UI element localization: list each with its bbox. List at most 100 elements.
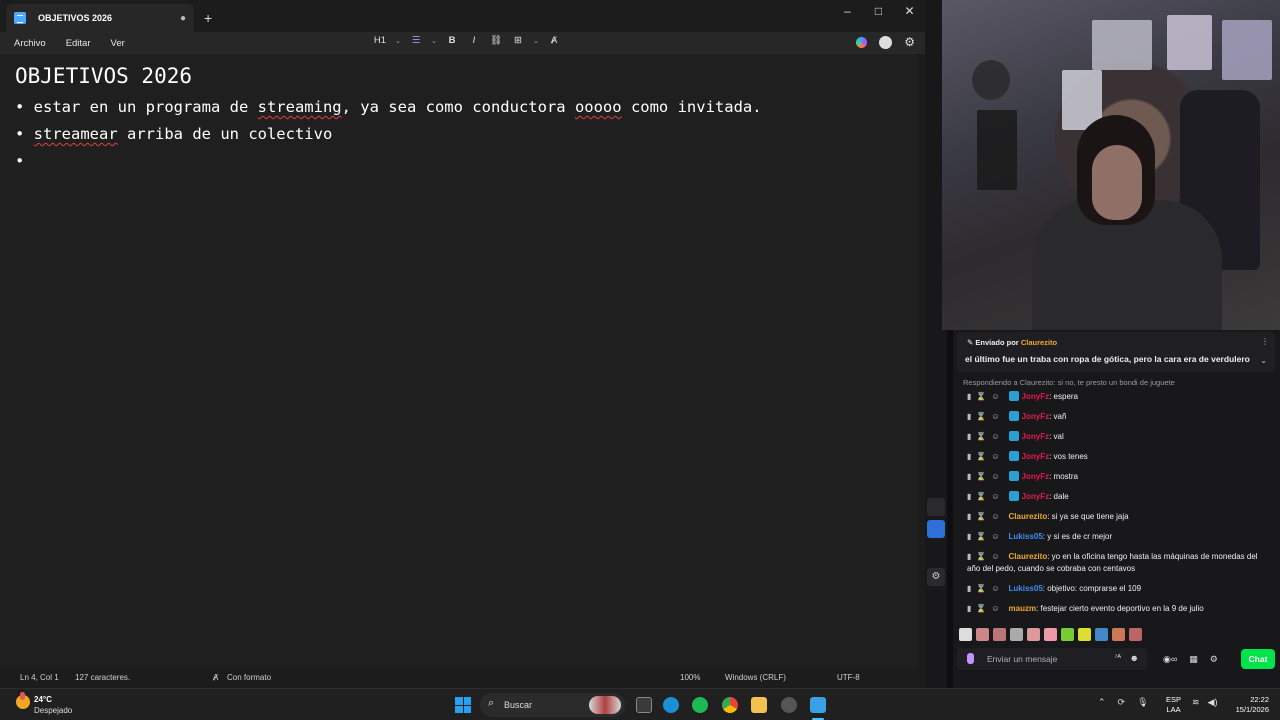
copilot-icon[interactable] xyxy=(856,36,868,48)
chat-message[interactable]: ▮⌛☺ JonyFz: espera xyxy=(953,387,1280,407)
tab-objetivos[interactable]: OBJETIVOS 2026 ● xyxy=(6,4,194,32)
chat-username[interactable]: JonyFz xyxy=(1022,392,1050,401)
spotify-icon[interactable] xyxy=(692,697,708,713)
close-tab-icon[interactable]: ● xyxy=(180,13,186,24)
points-icon[interactable]: ◉∞ xyxy=(1163,654,1177,665)
clear-format-icon[interactable]: Ⱥ xyxy=(546,35,562,46)
chrome-icon[interactable] xyxy=(722,697,738,713)
mic-tray-icon[interactable]: 🎙 xyxy=(1137,697,1148,708)
file-explorer-icon[interactable] xyxy=(751,697,767,713)
chat-message[interactable]: ▮⌛☺ mauzm: festejar cierto evento deporti… xyxy=(953,599,1280,619)
search-box[interactable]: ⌕ Buscar xyxy=(480,693,625,717)
heading-button[interactable]: H1 xyxy=(372,35,388,46)
chat-messages: ▮⌛☺ JonyFz: espera ▮⌛☺ JonyFz: vañ ▮⌛☺ JonyFz… xyxy=(953,387,1280,619)
emote[interactable] xyxy=(1061,628,1074,641)
temperature[interactable]: 24°C xyxy=(34,695,52,704)
italic-button[interactable]: I xyxy=(466,35,482,46)
badge-icons: ▮⌛☺ xyxy=(967,392,1005,401)
link-icon[interactable]: ⛓ xyxy=(488,35,504,46)
emoji-icon[interactable]: ☻ xyxy=(1130,653,1139,663)
gear-icon[interactable]: ⚙ xyxy=(904,35,915,49)
chat-message[interactable]: ▮⌛☺ Lukiss05: objetivo: comprarse el 109 xyxy=(953,579,1280,599)
time: 22:22 xyxy=(1250,695,1269,704)
obs-icon[interactable] xyxy=(781,697,797,713)
chat-username[interactable]: Lukiss05 xyxy=(1009,532,1043,541)
account-icon[interactable] xyxy=(879,35,893,49)
emote[interactable] xyxy=(1078,628,1091,641)
chat-message[interactable]: ▮⌛☺ Claurezito: yo en la oficina tengo ha… xyxy=(953,547,1280,579)
sync-icon[interactable]: ⟳ xyxy=(1118,697,1126,708)
emote[interactable] xyxy=(993,628,1006,641)
chat-message[interactable]: ▮⌛☺ JonyFz: dale xyxy=(953,487,1280,507)
chat-message[interactable]: ▮⌛☺ Lukiss05: y si es de cr mejor xyxy=(953,527,1280,547)
emote[interactable] xyxy=(1129,628,1142,641)
emote[interactable] xyxy=(1010,628,1023,641)
translate-icon[interactable]: ⁷ᴬ xyxy=(1114,653,1121,662)
close-icon[interactable]: ✕ xyxy=(894,2,925,20)
chat-message[interactable]: ▮⌛☺ Claurezito: si ya se que tiene jaja xyxy=(953,507,1280,527)
chat-username[interactable]: Claurezito xyxy=(1009,512,1048,521)
edge-icon[interactable] xyxy=(663,697,679,713)
emote[interactable] xyxy=(959,628,972,641)
search-label: Buscar xyxy=(504,700,533,710)
chat-username[interactable]: JonyFz xyxy=(1022,472,1050,481)
new-tab-button[interactable]: + xyxy=(204,10,212,26)
minimize-icon[interactable]: – xyxy=(832,2,863,20)
lang-bottom: LAA xyxy=(1166,705,1181,714)
task-view-icon[interactable] xyxy=(636,697,652,713)
emote[interactable] xyxy=(1095,628,1108,641)
settings-icon[interactable]: ⚙ xyxy=(927,568,945,586)
reply-context[interactable]: Respondiendo a Claurezito: si no, te pre… xyxy=(963,378,1175,387)
menu-archivo[interactable]: Archivo xyxy=(14,38,46,49)
gear-icon[interactable]: ⚙ xyxy=(1210,654,1218,665)
chat-send-button[interactable]: Chat xyxy=(1241,649,1275,669)
popout-icon[interactable] xyxy=(927,498,945,516)
pinned-author[interactable]: Claurezito xyxy=(1021,338,1057,347)
chat-message[interactable]: ▮⌛☺ JonyFz: vos tenes xyxy=(953,447,1280,467)
list-icon[interactable]: ☰ xyxy=(408,35,424,46)
emote[interactable] xyxy=(1044,628,1057,641)
chat-message[interactable]: ▮⌛☺ JonyFz: val xyxy=(953,427,1280,447)
chat-username[interactable]: JonyFz xyxy=(1022,492,1050,501)
format-icon[interactable]: Ⱥ xyxy=(213,673,218,682)
wifi-icon[interactable]: ≋ xyxy=(1192,697,1200,708)
clock[interactable]: 22:22 15/1/2026 xyxy=(1227,695,1269,715)
microphone-icon[interactable] xyxy=(967,653,974,664)
language-indicator[interactable]: ESP LAA xyxy=(1166,695,1181,715)
chevron-up-icon[interactable]: ⌃ xyxy=(1098,697,1106,708)
chevron-down-icon[interactable]: ⌄ xyxy=(430,37,438,45)
emote[interactable] xyxy=(1027,628,1040,641)
menu-ver[interactable]: Ver xyxy=(111,38,125,49)
editor-area[interactable]: OBJETIVOS 2026 • estar en un programa de… xyxy=(0,54,925,666)
strip-active-button[interactable] xyxy=(927,520,945,538)
chat-username[interactable]: Claurezito xyxy=(1009,552,1048,561)
notepad-taskbar-icon[interactable] xyxy=(810,697,826,713)
chat-input[interactable]: Enviar un mensaje ⁷ᴬ ☻ xyxy=(957,648,1147,670)
start-button[interactable] xyxy=(455,697,471,713)
chevron-down-icon[interactable]: ⌄ xyxy=(532,37,540,45)
search-highlight-icon xyxy=(589,696,621,714)
scrollbar[interactable] xyxy=(917,54,925,666)
chat-username[interactable]: mauzm xyxy=(1009,604,1037,613)
chat-username[interactable]: Lukiss05 xyxy=(1009,584,1043,593)
volume-icon[interactable]: ◀) xyxy=(1208,697,1218,708)
weather-description[interactable]: Despejado xyxy=(34,706,72,715)
pinned-message[interactable]: ✎ Enviado por Claurezito ⋮ el último fue… xyxy=(957,332,1275,372)
maximize-icon[interactable]: □ xyxy=(863,2,894,20)
weather-icon[interactable] xyxy=(16,692,30,709)
gift-icon[interactable]: ▦ xyxy=(1189,654,1198,665)
emote[interactable] xyxy=(1112,628,1125,641)
chat-message[interactable]: ▮⌛☺ JonyFz: vañ xyxy=(953,407,1280,427)
table-icon[interactable]: ⊞ xyxy=(510,35,526,46)
format-mode[interactable]: Con formato xyxy=(227,673,271,682)
emote[interactable] xyxy=(976,628,989,641)
chevron-down-icon[interactable]: ⌄ xyxy=(394,37,402,45)
pin-options-icon[interactable]: ⋮ xyxy=(1261,337,1269,346)
chat-username[interactable]: JonyFz xyxy=(1022,452,1050,461)
chevron-down-icon[interactable]: ⌄ xyxy=(1260,356,1267,365)
chat-username[interactable]: JonyFz xyxy=(1022,432,1050,441)
chat-message[interactable]: ▮⌛☺ JonyFz: mostra xyxy=(953,467,1280,487)
menu-editar[interactable]: Editar xyxy=(66,38,91,49)
bold-button[interactable]: B xyxy=(444,35,460,46)
chat-username[interactable]: JonyFz xyxy=(1022,412,1050,421)
